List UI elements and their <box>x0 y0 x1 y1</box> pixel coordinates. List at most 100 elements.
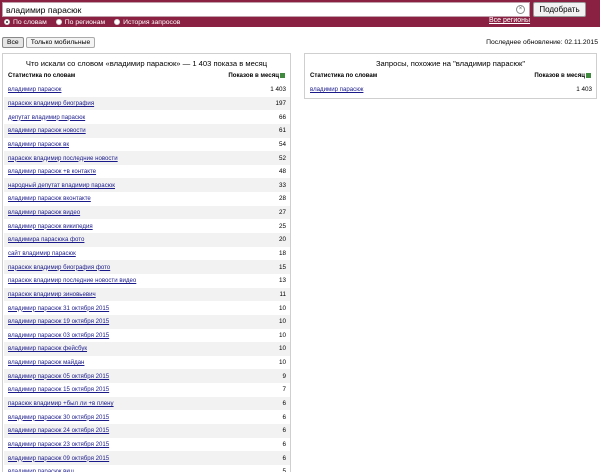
keyword-link[interactable]: владимир парасюк 03 октября 2015 <box>8 332 109 339</box>
impressions-count: 15 <box>278 263 286 271</box>
column-header-count: Показов в месяц <box>534 72 591 79</box>
keyword-link[interactable]: парасюк владимир биография фото <box>8 264 110 271</box>
keyword-link[interactable]: владимир парасюк <box>8 86 61 93</box>
impressions-count: 18 <box>278 250 286 257</box>
keyword-link[interactable]: владимир парасюк 30 октября 2015 <box>8 414 109 421</box>
keyword-link[interactable]: парасюк владимир зиновьевич <box>8 291 96 298</box>
similar-queries-panel: Запросы, похожие на "владимир парасюк" С… <box>304 53 597 99</box>
impressions-count: 6 <box>282 413 286 421</box>
table-row: парасюк владимир биография 197 <box>4 96 290 111</box>
table-row: владимир парасюк вк 54 <box>4 138 290 152</box>
clear-icon[interactable]: × <box>516 5 525 14</box>
table-row: владимир парасюк википедия 25 <box>4 219 290 233</box>
table-row: владимир парасюк +в контакте 48 <box>4 165 290 179</box>
table-row: владимира парасюка фото 20 <box>4 233 290 247</box>
keyword-link[interactable]: владимир парасюк 19 октября 2015 <box>8 318 109 325</box>
impressions-count: 27 <box>278 209 286 217</box>
impressions-count: 7 <box>282 386 286 394</box>
submit-button[interactable]: Подобрать <box>533 2 586 17</box>
table-row: народный депутат владимир парасюк 33 <box>4 178 290 193</box>
last-updated: Последнее обновление: 02.11.2015 <box>486 39 598 46</box>
table-row: депутат владимир парасюк 66 <box>4 110 290 124</box>
table-row: владимир парасюк вконтакте 28 <box>4 192 290 206</box>
impressions-count: 25 <box>278 222 286 230</box>
impressions-count: 9 <box>282 372 286 380</box>
impressions-count: 10 <box>278 345 286 353</box>
filter-mobile-button[interactable]: Только мобильные <box>25 37 96 48</box>
table-row: владимир парасюк 03 октября 2015 10 <box>4 329 290 343</box>
table-row: владимир парасюк 1 403 <box>306 83 596 97</box>
impressions-count: 10 <box>278 304 286 312</box>
word-stats-panel: Что искали со словом «владимир парасюк» … <box>2 53 291 472</box>
table-row: владимир парасюк майдан 10 <box>4 356 290 370</box>
keyword-link[interactable]: сайт владимир парасюк <box>8 250 76 257</box>
table-row: владимир парасюк 24 октября 2015 6 <box>4 424 290 438</box>
mode-label: По регионам <box>64 18 106 26</box>
keyword-link[interactable]: владимир парасюк 15 октября 2015 <box>8 386 109 393</box>
keyword-link[interactable]: депутат владимир парасюк <box>8 114 85 121</box>
mode-history[interactable]: История запросов <box>114 19 180 26</box>
table-row: парасюк владимир зиновьевич 11 <box>4 287 290 302</box>
impressions-count: 6 <box>282 440 286 448</box>
column-header-count-label: Показов в месяц <box>534 72 585 79</box>
impressions-count: 6 <box>282 427 286 435</box>
keyword-link[interactable]: парасюк владимир биография <box>8 100 94 107</box>
keyword-link[interactable]: владимира парасюка фото <box>8 236 84 243</box>
keyword-link[interactable]: парасюк владимир последние новости <box>8 155 118 162</box>
keyword-link[interactable]: владимир парасюк 09 октября 2015 <box>8 455 109 462</box>
mode-label: История запросов <box>123 18 181 26</box>
impressions-count: 10 <box>278 331 286 339</box>
all-regions-link[interactable]: Все регионы <box>489 17 530 24</box>
column-header-keyword: Статистика по словам <box>8 72 76 79</box>
search-box[interactable]: × <box>2 2 530 17</box>
mode-by-words[interactable]: По словам <box>4 19 47 26</box>
impressions-count: 20 <box>278 236 286 244</box>
table-row: владимир парасюк 23 октября 2015 6 <box>4 438 290 452</box>
impressions-count: 6 <box>282 454 286 462</box>
table-row: владимир парасюк 1 403 <box>4 83 290 97</box>
excel-export-icon[interactable] <box>280 73 285 78</box>
search-mode-group: По словам По регионам История запросов <box>4 18 189 26</box>
keyword-link[interactable]: владимир парасюк видео <box>8 209 80 216</box>
mode-by-regions[interactable]: По регионам <box>55 18 106 26</box>
keyword-link[interactable]: владимир парасюк 31 октября 2015 <box>8 305 109 312</box>
impressions-count: 10 <box>278 318 286 326</box>
radio-icon[interactable] <box>4 19 10 25</box>
impressions-count: 28 <box>278 195 286 203</box>
radio-icon[interactable] <box>55 19 62 25</box>
keyword-link[interactable]: владимир парасюк вконтакте <box>8 195 91 202</box>
column-header-count-label: Показов в месяц <box>228 72 279 79</box>
word-stats-list: владимир парасюк 1 403 парасюк владимир би… <box>4 83 290 472</box>
filter-all-button[interactable]: Все <box>2 37 24 48</box>
column-header-keyword: Статистика по словам <box>310 72 378 79</box>
search-input[interactable] <box>6 4 511 15</box>
keyword-link[interactable]: владимир парасюк <box>310 86 363 93</box>
table-row: владимир парасюк 05 октября 2015 9 <box>4 369 290 384</box>
keyword-link[interactable]: парасюк владимир последние новости видео <box>8 277 136 284</box>
excel-export-icon[interactable] <box>586 73 591 78</box>
keyword-link[interactable]: владимир парасюк 05 октября 2015 <box>8 373 109 380</box>
keyword-link[interactable]: владимир парасюк википедия <box>8 223 93 230</box>
table-row: парасюк владимир +был ли +в плену 6 <box>4 396 290 411</box>
impressions-count: 52 <box>278 154 286 162</box>
impressions-count: 1 403 <box>270 86 286 94</box>
keyword-link[interactable]: народный депутат владимир парасюк <box>8 182 115 189</box>
radio-icon[interactable] <box>114 19 121 25</box>
impressions-count: 6 <box>282 400 286 408</box>
table-row: владимир парасюк 09 октября 2015 6 <box>4 451 290 465</box>
keyword-link[interactable]: владимир парасюк +в контакте <box>8 168 96 175</box>
table-row: парасюк владимир последние новости видео… <box>4 274 290 288</box>
keyword-link[interactable]: владимир парасюк 24 октября 2015 <box>8 427 109 434</box>
keyword-link[interactable]: владимир парасюк вк <box>8 141 69 148</box>
table-row: владимир парасюк 19 октября 2015 10 <box>4 314 290 329</box>
keyword-link[interactable]: владимир парасюк вкщ <box>8 468 74 472</box>
impressions-count: 197 <box>275 99 286 107</box>
column-header-count: Показов в месяц <box>228 72 285 79</box>
keyword-link[interactable]: владимир парасюк 23 октября 2015 <box>8 441 109 448</box>
keyword-link[interactable]: владимир парасюк новости <box>8 127 86 134</box>
keyword-link[interactable]: владимир парасюк фейсбук <box>8 345 87 352</box>
impressions-count: 11 <box>279 290 286 298</box>
table-row: парасюк владимир биография фото 15 <box>4 260 290 274</box>
keyword-link[interactable]: парасюк владимир +был ли +в плену <box>8 400 114 407</box>
keyword-link[interactable]: владимир парасюк майдан <box>8 359 84 366</box>
